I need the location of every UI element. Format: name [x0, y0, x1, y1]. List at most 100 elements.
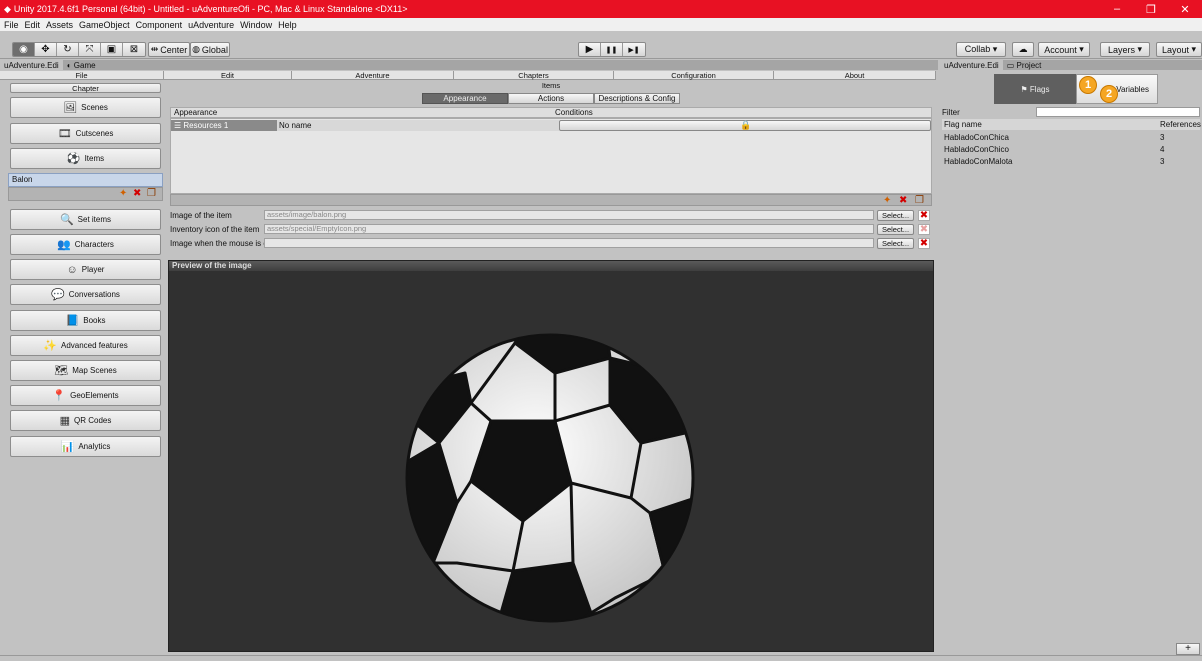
- rotate-tool-icon[interactable]: ↻: [57, 43, 79, 56]
- analytics-icon: 📊: [60, 441, 75, 453]
- cutscenes-icon: 🎞: [57, 128, 72, 140]
- item-list-toolbar: ✦ ✖ ❐: [8, 187, 163, 201]
- rect-tool-icon[interactable]: ▣: [101, 43, 123, 56]
- sidebar-item-characters[interactable]: 👥 Characters: [10, 234, 161, 255]
- menu-gameobject[interactable]: GameObject: [79, 20, 130, 30]
- step-button[interactable]: ▶❚: [623, 43, 645, 56]
- resource-row-name[interactable]: ☰ Resources 1: [171, 120, 277, 131]
- filter-input[interactable]: [1036, 107, 1200, 117]
- nav-chapters[interactable]: Chapters: [454, 71, 614, 80]
- chapter-button[interactable]: Chapter: [10, 83, 161, 93]
- sidebar-item-cutscenes[interactable]: 🎞 Cutscenes: [10, 123, 161, 144]
- duplicate-icon[interactable]: ❐: [147, 188, 156, 199]
- table-row[interactable]: HabladoConMalota 3: [942, 156, 1200, 167]
- close-button[interactable]: ✕: [1168, 0, 1202, 18]
- subtab-appearance[interactable]: Appearance: [422, 93, 508, 104]
- sidebar-item-map-scenes[interactable]: 🗺 Map Scenes: [10, 360, 161, 381]
- drag-handle-icon[interactable]: ☰: [174, 121, 183, 130]
- account-dropdown[interactable]: Account ▾: [1038, 42, 1090, 57]
- clear-image-icon[interactable]: ✖: [918, 210, 930, 221]
- menu-window[interactable]: Window: [240, 20, 272, 30]
- move-tool-icon[interactable]: ✥: [35, 43, 57, 56]
- table-row[interactable]: HabladoConChico 4: [942, 144, 1200, 155]
- delete-resource-icon[interactable]: ✖: [899, 195, 907, 206]
- clear-inventory-icon[interactable]: ✖: [918, 224, 930, 235]
- play-button[interactable]: ▶: [579, 43, 601, 56]
- duplicate-resource-icon[interactable]: ❐: [915, 195, 924, 206]
- subtab-actions[interactable]: Actions: [508, 93, 594, 104]
- tab-game[interactable]: ◐ Game: [62, 60, 100, 70]
- resources-table: ☰ Resources 1 No name 🔒: [170, 118, 932, 194]
- sidebar-item-geoelements[interactable]: 📍 GeoElements: [10, 385, 161, 406]
- window-title: Unity 2017.4.6f1 Personal (64bit) - Unti…: [13, 4, 408, 14]
- transform-tools: ◉ ✥ ↻ ⤧ ▣ ⊠: [12, 42, 146, 57]
- sidebar-item-qr-codes[interactable]: ▦ QR Codes: [10, 410, 161, 431]
- nav-configuration[interactable]: Configuration: [614, 71, 774, 80]
- section-title: Items: [541, 81, 561, 90]
- flags-table-header: Flag name References: [942, 119, 1201, 130]
- characters-icon: 👥: [57, 239, 71, 251]
- flags-tab[interactable]: ⚑ Flags: [994, 74, 1076, 104]
- preview-title: Preview of the image: [169, 261, 933, 271]
- menu-component[interactable]: Component: [136, 20, 183, 30]
- scale-tool-icon[interactable]: ⤧: [79, 43, 101, 56]
- image-path-input[interactable]: assets/image/balon.png: [264, 210, 874, 220]
- sidebar: Chapter 🖼 Scenes 🎞 Cutscenes ⚽ Items Balon …: [0, 81, 164, 661]
- maximize-button[interactable]: ❐: [1134, 0, 1168, 18]
- add-icon[interactable]: ✦: [119, 188, 127, 199]
- sidebar-item-items[interactable]: ⚽ Items: [10, 148, 161, 169]
- add-resource-icon[interactable]: ✦: [883, 195, 891, 206]
- unity-logo-icon: ◆: [4, 3, 11, 14]
- subtab-bar: Appearance Actions Descriptions & Config: [422, 93, 680, 104]
- advanced-icon: ✨: [43, 340, 57, 352]
- resource-row-value[interactable]: No name: [277, 120, 559, 131]
- cloud-icon[interactable]: ☁: [1012, 42, 1034, 57]
- subtab-descriptions-config[interactable]: Descriptions & Config: [594, 93, 680, 104]
- global-toggle[interactable]: ◍ Global: [190, 42, 230, 57]
- sidebar-item-scenes[interactable]: 🖼 Scenes: [10, 97, 161, 118]
- center-toggle[interactable]: ⇹ Center: [148, 42, 190, 57]
- select-mouseover-button[interactable]: Select...: [877, 238, 914, 249]
- menu-file[interactable]: File: [4, 20, 19, 30]
- select-inventory-button[interactable]: Select...: [877, 224, 914, 235]
- pause-button[interactable]: ❚❚: [601, 43, 623, 56]
- conditions-button[interactable]: 🔒: [559, 120, 931, 131]
- clear-mouseover-icon[interactable]: ✖: [918, 238, 930, 249]
- nav-edit[interactable]: Edit: [164, 71, 292, 80]
- select-image-button[interactable]: Select...: [877, 210, 914, 221]
- sidebar-item-advanced-features[interactable]: ✨ Advanced features: [10, 335, 161, 356]
- view-tool-icon[interactable]: ◉: [13, 43, 35, 56]
- add-flag-button[interactable]: +: [1176, 643, 1200, 655]
- collab-button[interactable]: Collab ▾: [956, 42, 1006, 57]
- status-bar: [0, 655, 1202, 661]
- sidebar-item-analytics[interactable]: 📊 Analytics: [10, 436, 161, 457]
- menu-uadventure[interactable]: uAdventure: [188, 20, 234, 30]
- field-label-image: Image of the item: [170, 211, 232, 220]
- menu-edit[interactable]: Edit: [25, 20, 41, 30]
- menu-help[interactable]: Help: [278, 20, 297, 30]
- sidebar-item-books[interactable]: 📘 Books: [10, 310, 161, 331]
- minimize-button[interactable]: –: [1100, 0, 1134, 18]
- mouseover-path-input[interactable]: [264, 238, 874, 248]
- delete-icon[interactable]: ✖: [133, 188, 141, 199]
- conversations-icon: 💬: [51, 289, 65, 301]
- tab-project[interactable]: ▭ Project: [1002, 60, 1046, 70]
- menu-assets[interactable]: Assets: [46, 20, 73, 30]
- sidebar-item-conversations[interactable]: 💬 Conversations: [10, 284, 161, 305]
- table-row[interactable]: HabladoConChica 3: [942, 132, 1200, 143]
- tab-uadventure-editor[interactable]: uAdventure.Edi: [0, 60, 63, 70]
- play-controls: ▶ ❚❚ ▶❚: [578, 42, 646, 57]
- sidebar-item-player[interactable]: ☺ Player: [10, 259, 161, 280]
- books-icon: 📘: [65, 315, 80, 327]
- soccer-ball-image: [405, 333, 695, 623]
- sidebar-item-set-items[interactable]: 🔍 Set items: [10, 209, 161, 230]
- transform-tool-icon[interactable]: ⊠: [123, 43, 145, 56]
- nav-adventure[interactable]: Adventure: [292, 71, 454, 80]
- inventory-icon-path-input[interactable]: assets/special/EmptyIcon.png: [264, 224, 874, 234]
- nav-about[interactable]: About: [774, 71, 936, 80]
- nav-file[interactable]: File: [0, 71, 164, 80]
- item-list-entry-balon[interactable]: Balon: [8, 173, 163, 187]
- tab-uadventure-editor-right[interactable]: uAdventure.Edi: [940, 60, 1003, 70]
- layout-dropdown[interactable]: Layout ▾: [1156, 42, 1202, 57]
- layers-dropdown[interactable]: Layers ▾: [1100, 42, 1150, 57]
